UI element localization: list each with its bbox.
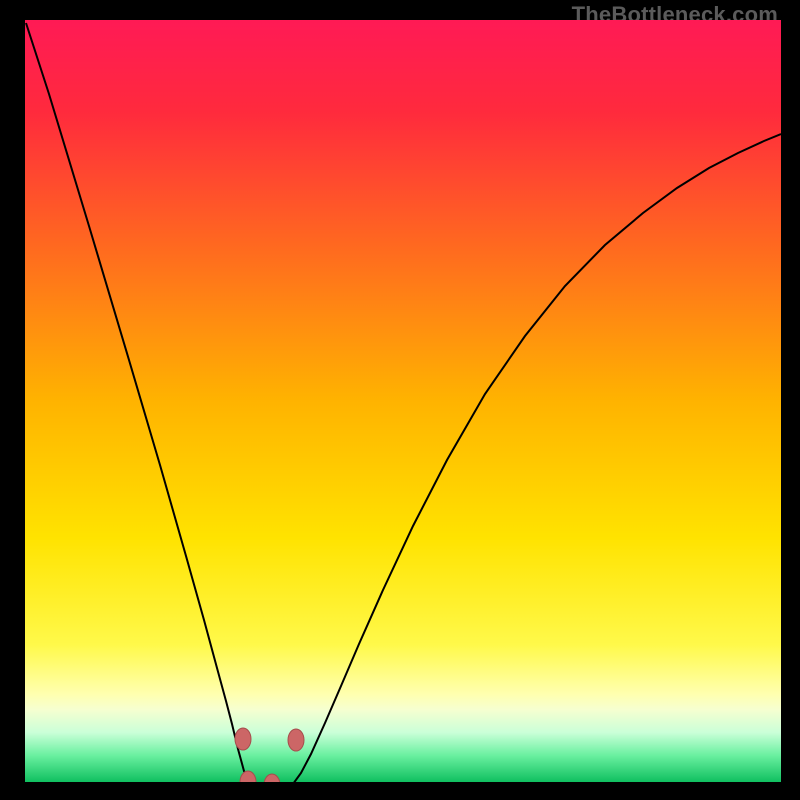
curve-marker bbox=[235, 728, 251, 750]
curve-marker bbox=[264, 774, 280, 782]
curve-layer bbox=[25, 20, 781, 782]
curve-marker bbox=[240, 771, 256, 782]
curve-markers bbox=[235, 728, 304, 782]
curve-marker bbox=[288, 729, 304, 751]
bottleneck-curve bbox=[26, 23, 781, 782]
chart-stage: TheBottleneck.com bbox=[0, 0, 800, 800]
plot-area bbox=[25, 20, 781, 782]
